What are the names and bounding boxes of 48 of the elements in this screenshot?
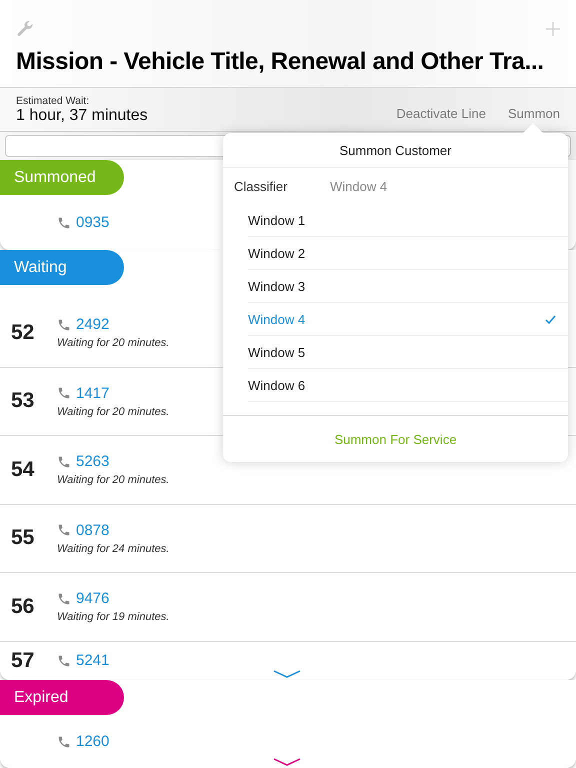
phone-number[interactable]: 1417 [76, 384, 110, 402]
window-option[interactable]: Window 6 [248, 369, 568, 402]
window-option[interactable]: Window 5 [248, 336, 568, 369]
popover-title: Summon Customer [340, 142, 452, 158]
window-option[interactable]: Window 2 [248, 237, 568, 270]
summon-service-button[interactable]: Summon For Service [223, 416, 568, 462]
phone-icon [57, 592, 71, 606]
wait-value: 1 hour, 37 minutes [16, 106, 148, 124]
wait-note: Waiting for 20 minutes. [57, 474, 170, 486]
window-option[interactable]: Window 4 [248, 303, 568, 336]
phone-number[interactable]: 9476 [76, 590, 110, 608]
chevron-icon[interactable] [273, 670, 301, 678]
checkmark-icon [545, 314, 556, 324]
phone-icon [57, 523, 71, 538]
phone-icon [57, 454, 71, 469]
phone-number[interactable]: 0935 [76, 214, 110, 231]
phone-icon [57, 386, 71, 400]
window-option[interactable]: Window 1 [248, 204, 568, 237]
wait-note: Waiting for 20 minutes. [57, 337, 170, 350]
section-tab[interactable]: Summoned [0, 160, 124, 195]
wait-label: Estimated Wait: [16, 94, 90, 106]
window-option[interactable]: Window 3 [248, 270, 568, 303]
phone-number[interactable]: 2492 [76, 316, 110, 334]
action-button[interactable]: Deactivate Line [396, 106, 486, 121]
queue-number: 57 [11, 648, 34, 672]
phone-icon [57, 734, 71, 748]
phone-number[interactable]: 5263 [76, 453, 110, 470]
wait-note: Waiting for 24 minutes. [57, 542, 170, 555]
queue-number: 53 [11, 389, 34, 412]
phone-number[interactable]: 0878 [76, 522, 110, 539]
classifier-value: Window 4 [330, 178, 388, 194]
phone-icon [57, 318, 71, 332]
queue-number: 56 [11, 594, 34, 618]
wait-note: Waiting for 20 minutes. [57, 406, 170, 418]
phone-number[interactable]: 1260 [76, 733, 110, 750]
queue-number: 52 [11, 320, 34, 344]
section-tab[interactable]: Expired [0, 680, 124, 715]
chevron-icon[interactable] [273, 758, 301, 766]
queue-number: 55 [11, 526, 34, 550]
action-button[interactable]: Summon [508, 106, 560, 121]
queue-number: 54 [11, 458, 34, 481]
phone-icon [57, 216, 71, 230]
phone-number[interactable]: 5241 [76, 652, 110, 670]
wait-note: Waiting for 19 minutes. [57, 611, 170, 624]
classifier-label: Classifier [234, 178, 288, 194]
phone-icon [57, 654, 71, 668]
section-tab[interactable]: Waiting [0, 250, 124, 285]
page-title: Mission - Vehicle Title, Renewal and Other Tra... [16, 48, 545, 76]
